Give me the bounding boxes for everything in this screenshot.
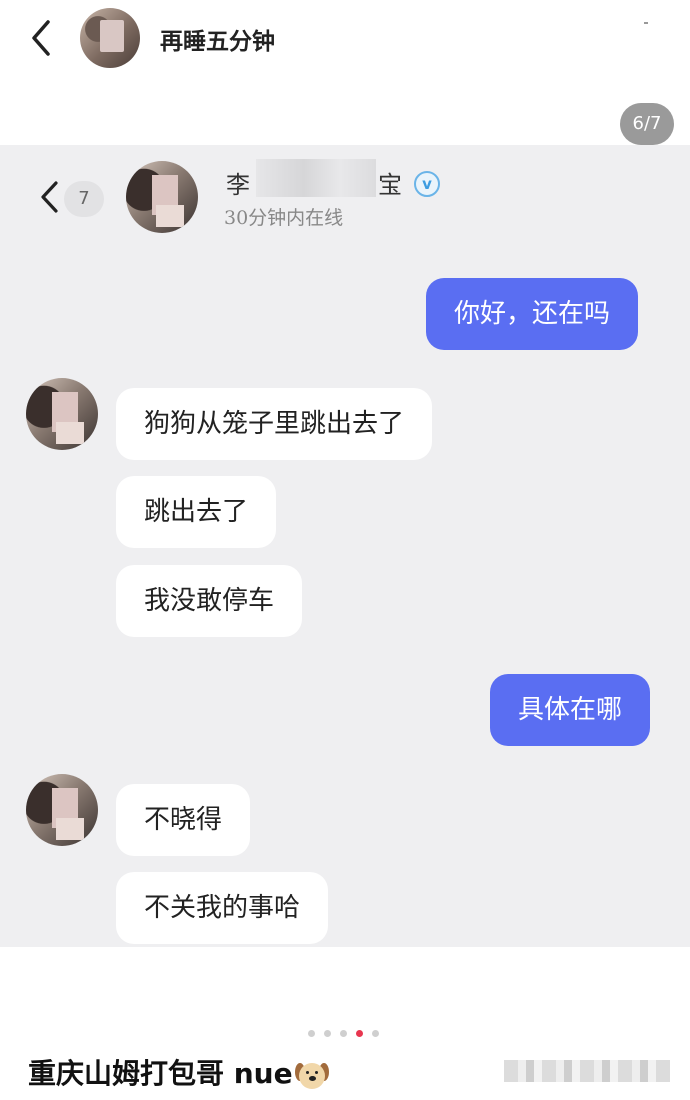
image-counter: 6/7 (620, 103, 674, 145)
chat-screenshot-image[interactable]: 7 李 宝 v 30分钟内在线 你好，还在吗 狗狗从笼子里跳出去了 跳出去了 我… (0, 145, 690, 947)
author-avatar[interactable] (80, 8, 140, 68)
contact-name-end: 宝 (378, 171, 402, 199)
chat-back-icon (34, 175, 68, 219)
message-bubble-outgoing: 具体在哪 (490, 674, 651, 746)
contact-name-start: 李 (226, 171, 250, 199)
unread-count-badge: 7 (64, 181, 104, 217)
contact-avatar (26, 378, 98, 450)
author-name[interactable]: 再睡五分钟 (160, 22, 275, 56)
message-bubble-outgoing: 你好，还在吗 (426, 278, 639, 350)
chevron-left-icon (32, 20, 50, 56)
online-status: 30分钟内在线 (224, 207, 344, 229)
carousel-dot-active (356, 1030, 363, 1037)
obscured-meta-info (504, 1060, 670, 1082)
message-bubble-incoming: 不晓得 (116, 784, 251, 856)
message-bubble-incoming: 不关我的事哈 (116, 872, 329, 944)
avatar-mosaic (100, 20, 124, 52)
back-button[interactable] (22, 16, 62, 60)
post-caption-text: 重庆山姆打包哥 nue (28, 1057, 293, 1090)
post-caption: 重庆山姆打包哥 nue (28, 1052, 329, 1092)
more-indicator (644, 22, 648, 24)
message-bubble-incoming: 跳出去了 (116, 476, 277, 548)
verified-badge-icon: v (414, 171, 440, 197)
message-bubble-incoming: 我没敢停车 (116, 565, 303, 637)
carousel-dot (340, 1030, 347, 1037)
contact-name-obscured (256, 159, 376, 197)
carousel-dot (308, 1030, 315, 1037)
top-bar: 再睡五分钟 (0, 0, 690, 80)
avatar-mosaic (52, 788, 84, 840)
carousel-dot (372, 1030, 379, 1037)
contact-avatar (26, 774, 98, 846)
contact-avatar (126, 161, 198, 233)
avatar-mosaic (152, 175, 184, 227)
avatar-mosaic (52, 392, 84, 444)
carousel-indicator (308, 1022, 388, 1037)
message-bubble-incoming: 狗狗从笼子里跳出去了 (116, 388, 433, 460)
carousel-dot (324, 1030, 331, 1037)
dog-face-icon (294, 1059, 329, 1091)
